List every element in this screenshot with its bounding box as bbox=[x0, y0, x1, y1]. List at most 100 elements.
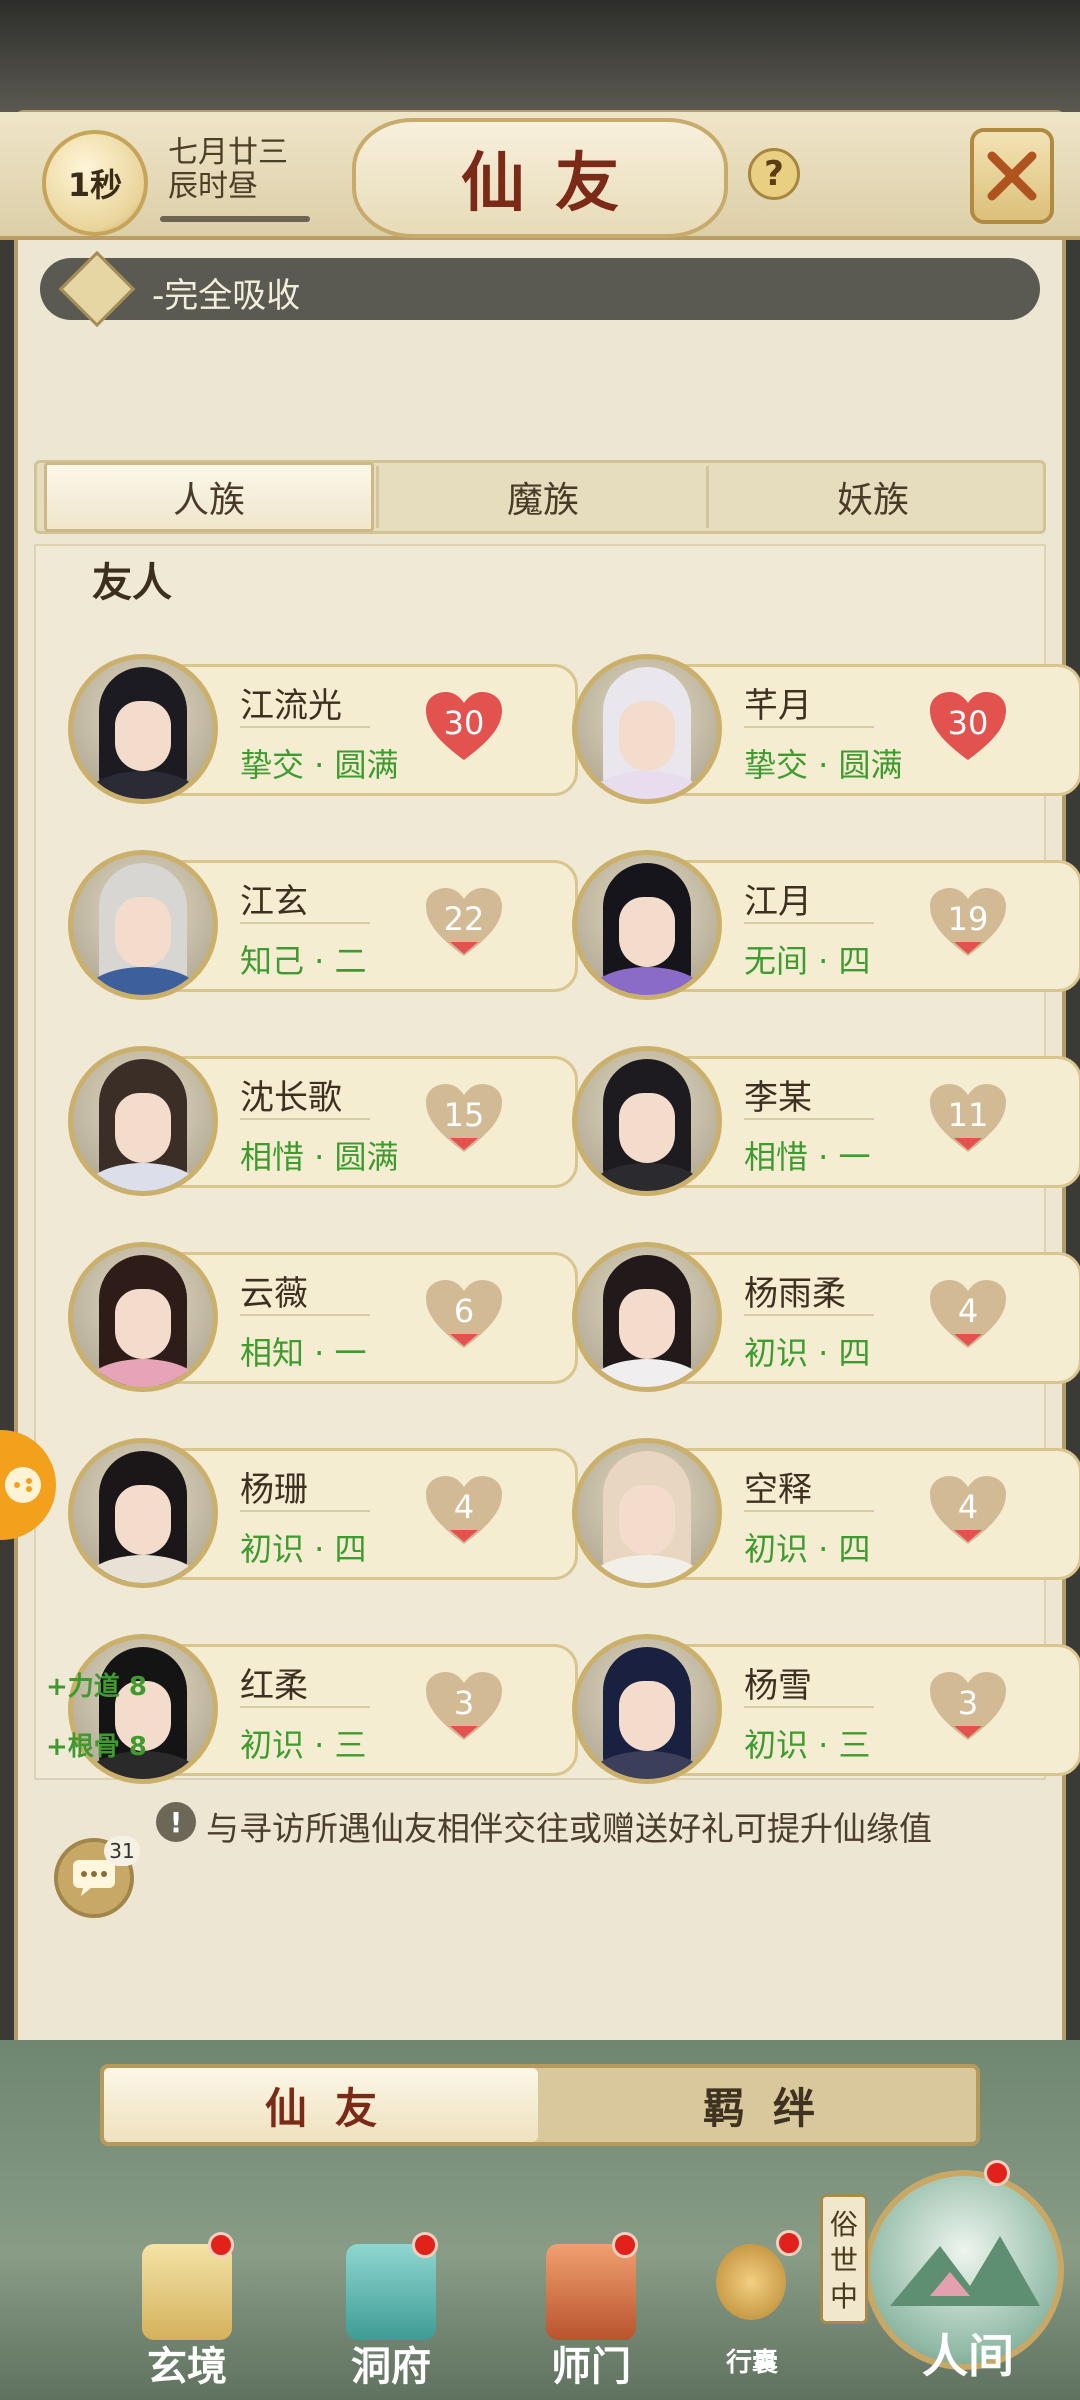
nav-xingnang-label: 行囊 bbox=[725, 2348, 778, 2378]
chat-bubble-icon bbox=[73, 1860, 115, 1896]
nav-xingnang[interactable]: 行囊 bbox=[702, 2230, 802, 2390]
avatar-face bbox=[619, 701, 675, 771]
affinity-value: 19 bbox=[947, 900, 989, 938]
affinity-value: 30 bbox=[443, 704, 485, 742]
avatar-face bbox=[115, 1093, 171, 1163]
nav-renjian-label: 人间 bbox=[922, 2329, 1014, 2383]
friend-name: 空释 bbox=[744, 1470, 812, 1510]
help-button[interactable]: ? bbox=[748, 148, 800, 200]
tab-bonds-label: 羁绊 bbox=[702, 2083, 843, 2133]
notification-dot bbox=[984, 2160, 1010, 2186]
friend-name: 杨雪 bbox=[744, 1666, 812, 1706]
friend-relation: 无间 · 四 bbox=[744, 942, 871, 980]
pavilion-icon bbox=[346, 2244, 436, 2340]
nav-xuanjing[interactable]: 玄境 bbox=[122, 2230, 252, 2390]
friend-avatar[interactable] bbox=[572, 1046, 722, 1196]
buff-strength: +力道 8 bbox=[46, 1672, 147, 1702]
tab-human-label: 人族 bbox=[172, 480, 245, 521]
time-progress-bar bbox=[160, 216, 310, 222]
question-icon: ? bbox=[764, 154, 784, 194]
affinity-value: 3 bbox=[957, 1684, 979, 1722]
scroll-icon bbox=[142, 2244, 232, 2340]
affinity-value: 15 bbox=[443, 1096, 485, 1134]
name-underline bbox=[240, 1706, 370, 1708]
friend-relation: 挚交 · 圆满 bbox=[240, 746, 399, 784]
notification-dot bbox=[612, 2232, 638, 2258]
friend-relation: 相惜 · 圆满 bbox=[240, 1138, 399, 1176]
avatar-face bbox=[115, 1289, 171, 1359]
friend-avatar[interactable] bbox=[68, 1438, 218, 1588]
friend-name: 江月 bbox=[744, 882, 812, 922]
tab-demon-label: 魔族 bbox=[506, 480, 579, 521]
date-month: 七月廿三 bbox=[168, 135, 288, 170]
gamepad-icon bbox=[5, 1467, 41, 1503]
info-icon: ! bbox=[156, 1802, 196, 1842]
page-title-plaque: 仙友 bbox=[352, 118, 728, 238]
friend-name: 李某 bbox=[744, 1078, 812, 1118]
friend-avatar[interactable] bbox=[572, 1438, 722, 1588]
friend-avatar[interactable] bbox=[68, 1046, 218, 1196]
game-date: 七月廿三 辰时昼 bbox=[168, 136, 318, 204]
buff-constitution: +根骨 8 bbox=[46, 1732, 147, 1762]
friend-name: 杨雨柔 bbox=[744, 1274, 846, 1314]
notice-text: -完全吸收 bbox=[152, 276, 301, 316]
friend-avatar[interactable] bbox=[572, 1242, 722, 1392]
name-underline bbox=[744, 1118, 874, 1120]
page-title: 仙友 bbox=[461, 146, 649, 221]
nav-shimen[interactable]: 师门 bbox=[526, 2230, 656, 2390]
name-underline bbox=[744, 726, 874, 728]
friend-avatar[interactable] bbox=[68, 654, 218, 804]
world-status-banner: 俗世中 bbox=[820, 2194, 868, 2324]
friend-avatar[interactable] bbox=[68, 850, 218, 1000]
avatar-face bbox=[619, 1093, 675, 1163]
affinity-value: 30 bbox=[947, 704, 989, 742]
friend-relation: 相知 · 一 bbox=[240, 1334, 367, 1372]
pouch-icon bbox=[716, 2244, 786, 2320]
avatar-face bbox=[619, 1289, 675, 1359]
nav-xuanjing-label: 玄境 bbox=[147, 2343, 227, 2390]
name-underline bbox=[744, 1510, 874, 1512]
name-underline bbox=[744, 1706, 874, 1708]
friend-avatar[interactable] bbox=[572, 654, 722, 804]
tab-demon[interactable]: 魔族 bbox=[378, 462, 708, 532]
avatar-face bbox=[619, 897, 675, 967]
close-button[interactable] bbox=[970, 128, 1054, 224]
tab-immortal-friends[interactable]: 仙友 bbox=[104, 2068, 538, 2142]
chat-count-badge: 31 bbox=[104, 1836, 140, 1866]
avatar-face bbox=[115, 897, 171, 967]
name-underline bbox=[744, 922, 874, 924]
friend-relation: 初识 · 四 bbox=[744, 1530, 871, 1568]
affinity-value: 3 bbox=[453, 1684, 475, 1722]
friend-relation: 初识 · 三 bbox=[744, 1726, 871, 1764]
nav-dongfu-label: 洞府 bbox=[351, 2343, 431, 2390]
hint-text: 与寻访所遇仙友相伴交往或赠送好礼可提升仙缘值 bbox=[206, 1809, 932, 1848]
friend-name: 芊月 bbox=[744, 686, 812, 726]
banner-icon bbox=[546, 2244, 636, 2340]
friend-avatar[interactable] bbox=[572, 1634, 722, 1784]
avatar-face bbox=[115, 701, 171, 771]
friend-name: 沈长歌 bbox=[240, 1078, 342, 1118]
tab-yao[interactable]: 妖族 bbox=[708, 462, 1038, 532]
friend-avatar[interactable] bbox=[68, 1242, 218, 1392]
avatar-face bbox=[115, 1485, 171, 1555]
nav-shimen-label: 师门 bbox=[551, 2343, 631, 2390]
affinity-value: 22 bbox=[443, 900, 485, 938]
tab-bonds[interactable]: 羁绊 bbox=[542, 2068, 976, 2142]
friend-relation: 相惜 · 一 bbox=[744, 1138, 871, 1176]
affinity-value: 6 bbox=[453, 1292, 475, 1330]
notification-dot bbox=[776, 2230, 802, 2256]
top-mountain-band bbox=[0, 0, 1080, 120]
friend-avatar[interactable] bbox=[572, 850, 722, 1000]
name-underline bbox=[240, 1510, 370, 1512]
tab-yao-label: 妖族 bbox=[836, 480, 909, 521]
nav-dongfu[interactable]: 洞府 bbox=[326, 2230, 456, 2390]
friend-relation: 知己 · 二 bbox=[240, 942, 367, 980]
date-time: 辰时昼 bbox=[168, 169, 258, 204]
timer-badge: 1秒 bbox=[42, 130, 148, 236]
friend-name: 云薇 bbox=[240, 1274, 308, 1314]
friend-relation: 初识 · 四 bbox=[744, 1334, 871, 1372]
name-underline bbox=[240, 922, 370, 924]
friend-name: 江玄 bbox=[240, 882, 308, 922]
name-underline bbox=[240, 1118, 370, 1120]
tab-human[interactable]: 人族 bbox=[44, 462, 374, 532]
